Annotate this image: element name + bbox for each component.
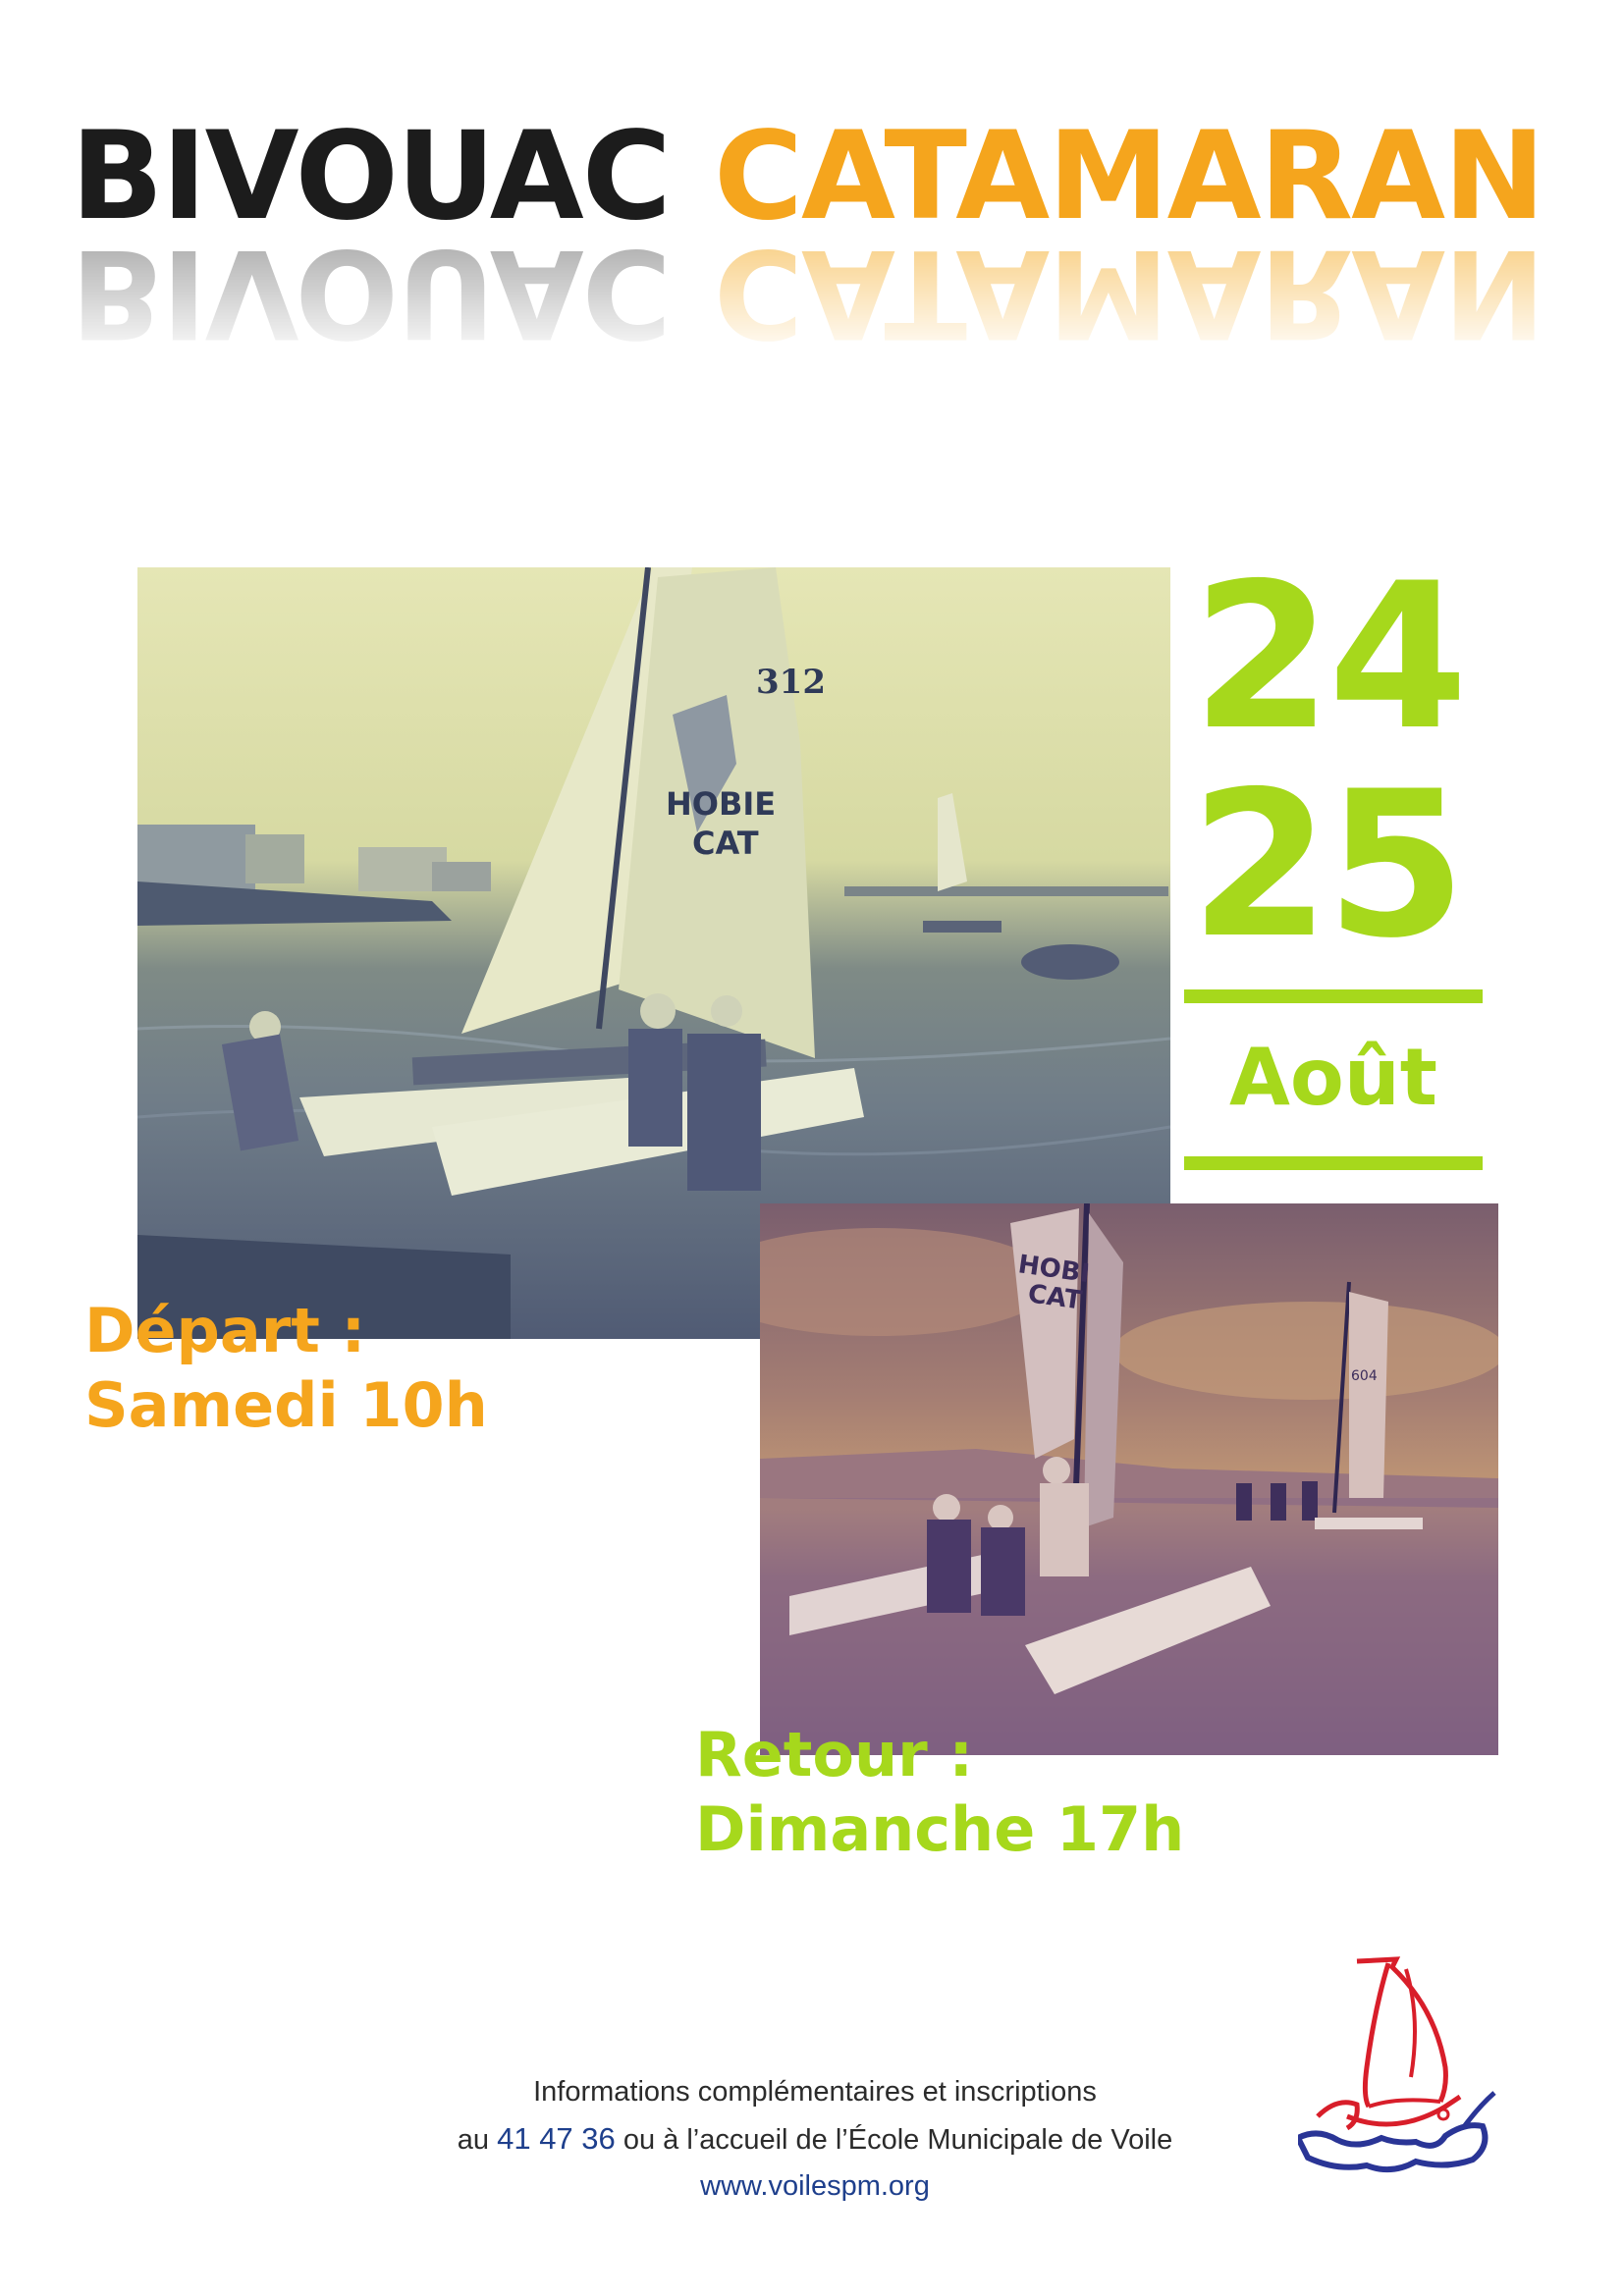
- return-label: Retour :: [695, 1719, 974, 1790]
- date-day-2: 25: [1190, 749, 1466, 983]
- footer-info: Informations complémentaires et inscript…: [373, 2069, 1257, 2210]
- return-block: Retour : Dimanche 17h: [695, 1718, 1184, 1867]
- date-month: Août: [1228, 1032, 1438, 1123]
- return-time: Dimanche 17h: [695, 1793, 1185, 1865]
- svg-text:312: 312: [756, 663, 826, 702]
- footer-suffix: ou à l’accueil de l’École Municipale de …: [623, 2124, 1173, 2156]
- date-divider-bottom: [1184, 1156, 1483, 1170]
- svg-text:604: 604: [1351, 1368, 1378, 1384]
- date-day-1: 24: [1192, 541, 1468, 774]
- date-divider-top: [1184, 989, 1483, 1003]
- footer-phone-number[interactable]: 41 47 36: [497, 2121, 616, 2156]
- svg-text:CAT: CAT: [692, 825, 759, 862]
- departure-block: Départ : Samedi 10h: [84, 1294, 488, 1443]
- departure-label: Départ :: [84, 1295, 366, 1366]
- title-reflection-catamaran: CATAMARAN: [714, 222, 1543, 363]
- footer-prefix: au: [457, 2124, 490, 2156]
- photo-beach-illustration: HOBIE CAT 604: [760, 1203, 1498, 1755]
- title-block: BIVOUAC CATAMARAN BIVOUAC CATAMARAN: [71, 108, 1573, 363]
- svg-text:HOBIE: HOBIE: [666, 785, 776, 823]
- departure-time: Samedi 10h: [84, 1369, 488, 1441]
- footer-website-link[interactable]: www.voilespm.org: [373, 2163, 1257, 2210]
- photo-beach-catamaran: HOBIE CAT 604: [760, 1203, 1498, 1755]
- title-reflection-bivouac: BIVOUAC: [71, 222, 670, 363]
- sailboat-logo-icon: [1293, 1949, 1506, 2179]
- footer-line-2: au 41 47 36 ou à l’accueil de l’École Mu…: [373, 2115, 1257, 2163]
- footer-line-1: Informations complémentaires et inscript…: [533, 2076, 1097, 2108]
